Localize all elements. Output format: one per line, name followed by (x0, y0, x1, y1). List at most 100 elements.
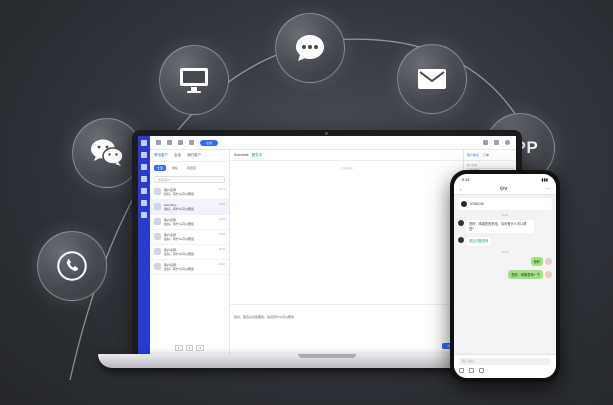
attach-icon[interactable] (479, 368, 484, 373)
chat-tip: 会话已开始 (340, 167, 353, 170)
page-3[interactable]: 3 (196, 345, 204, 351)
more-icon[interactable]: ⋯ (545, 186, 550, 192)
row-time: 09:40 (218, 248, 225, 251)
rail-report-icon[interactable] (141, 200, 147, 206)
agent-status-pill[interactable]: 在线 (200, 139, 219, 146)
phone-status-bar: 9:41 ▮▮▮ (454, 174, 556, 184)
list-item[interactable]: Sunshine 您好，有什么可以帮您 10:18 (150, 200, 229, 215)
list-item[interactable]: 客户名称 您好，有什么可以帮您 10:21 (150, 185, 229, 200)
tab-waiting[interactable]: 等待客户 (154, 153, 168, 158)
rail-chat-icon[interactable] (141, 152, 147, 158)
tab-customer-info[interactable]: 客户信息 (467, 153, 479, 157)
avatar (154, 248, 161, 255)
avatar (154, 203, 161, 210)
clock-icon[interactable] (483, 140, 488, 145)
row-time: 10:05 (218, 218, 225, 221)
tab-my-customers[interactable]: 我的客户 (187, 153, 201, 158)
laptop-camera (325, 132, 328, 135)
transfer-icon[interactable] (189, 140, 194, 145)
tab-orders[interactable]: 订单 (483, 153, 489, 157)
quick-reply-link[interactable]: 常见问题咨询 (466, 237, 492, 246)
user-message-text: 你好 (530, 256, 543, 266)
monitor-icon (180, 68, 208, 93)
agent-message-text: 您好，感谢您的来电，请问有什么可以帮您？ (466, 220, 534, 234)
row-preview: 您好，有什么可以帮您 (164, 237, 195, 241)
agent-message: 您好，感谢您的来电，请问有什么可以帮您？ (458, 220, 552, 234)
bell-icon[interactable] (494, 140, 499, 145)
mute-icon[interactable] (178, 140, 183, 145)
side-rail (138, 136, 150, 354)
row-preview: 您好，有什么可以帮您 (164, 192, 195, 196)
user-message: 您好，我想咨询一下 (458, 269, 552, 279)
subtab-all[interactable]: 全部 (154, 165, 167, 171)
row-time: 09:32 (218, 263, 225, 266)
phone-nav-bar: ‹ 小V ⋯ (454, 184, 556, 195)
row-preview: 您好，有什么可以帮您 (164, 222, 195, 226)
chat-bubble-icon (296, 35, 324, 61)
phone: 9:41 ▮▮▮ ‹ 小V ⋯ VSHD45 10:21 您好，感谢您的来电，请… (450, 170, 560, 382)
avatar (545, 257, 552, 265)
list-item[interactable]: 客户名称 您好，有什么可以帮您 10:05 (150, 215, 229, 230)
avatar (154, 263, 161, 270)
avatar (154, 233, 161, 240)
console-topbar: 在线 (150, 136, 516, 150)
rail-ticket-icon[interactable] (141, 176, 147, 182)
chat-body: 会话已开始 (230, 161, 463, 304)
user-message: 你好 (458, 256, 552, 266)
rail-user-icon[interactable] (141, 164, 147, 170)
phone-icon (57, 251, 87, 281)
quick-reply-message: 常见问题咨询 (458, 237, 552, 246)
phone-messages: 您好，感谢您的来电，请问有什么可以帮您？ 常见问题咨询 10:22 你好 您好，… (454, 220, 556, 279)
row-time: 10:21 (218, 188, 225, 191)
chat-contact-name: Sunshine (234, 153, 249, 157)
list-item[interactable]: 客户名称 您好，有什么可以帮您 09:32 (150, 260, 229, 275)
rail-logo-icon[interactable] (141, 140, 147, 146)
envelope-icon (418, 69, 446, 89)
row-preview: 您好，有什么可以帮您 (164, 207, 195, 211)
list-item[interactable]: 客户名称 您好，有什么可以帮您 09:40 (150, 245, 229, 260)
chat-header: Sunshine 服务中 (230, 150, 463, 161)
back-icon[interactable] (156, 140, 161, 145)
rail-settings-icon[interactable] (141, 212, 147, 218)
phone-message-input[interactable]: 输入消息... (459, 358, 551, 365)
tab-session[interactable]: 会话 (174, 153, 181, 158)
list-item[interactable]: 客户名称 您好，有什么可以帮您 09:58 (150, 230, 229, 245)
user-message-text: 您好，我想咨询一下 (508, 269, 543, 279)
convlist-tabs: 等待客户 会话 我的客户 (150, 150, 229, 162)
page-1[interactable]: 1 (174, 345, 183, 351)
avatar (154, 188, 161, 195)
rail-phone-icon[interactable] (141, 188, 147, 194)
agent-avatar (461, 201, 467, 207)
phone-channel-bubble (37, 231, 107, 301)
compose-draft[interactable]: 您好，很高兴为您服务，请问有什么可以帮您 (234, 315, 459, 319)
phone-input-tools (459, 368, 551, 373)
laptop-notch (298, 354, 356, 358)
avatar (458, 237, 464, 244)
customer-search-input[interactable]: 搜索客户 (154, 176, 225, 183)
convlist-subtabs: 全部 排队 待回复 (150, 162, 229, 174)
row-time: 10:18 (218, 203, 225, 206)
avatar (458, 220, 464, 226)
image-icon[interactable] (469, 368, 474, 373)
subtab-pending[interactable]: 待回复 (184, 165, 199, 171)
row-preview: 您好，有什么可以帮您 (164, 252, 195, 256)
refresh-icon[interactable] (167, 140, 172, 145)
back-chevron-icon[interactable]: ‹ (460, 187, 462, 192)
wechat-icon (91, 139, 124, 166)
web-channel-bubble (159, 45, 229, 115)
phone-agent-card: VSHD45 (458, 198, 552, 210)
subtab-queue[interactable]: 排队 (169, 165, 181, 171)
timestamp: 10:21 (501, 213, 509, 217)
email-channel-bubble (397, 44, 467, 114)
avatar[interactable] (505, 140, 510, 145)
timestamp: 10:22 (501, 249, 509, 254)
row-preview: 您好，有什么可以帮您 (164, 267, 195, 271)
agent-id: VSHD45 (470, 202, 484, 206)
compose-area[interactable]: 您好，很高兴为您服务，请问有什么可以帮您 发送 (230, 304, 463, 354)
emoji-icon[interactable] (459, 368, 464, 373)
chat-status: 服务中 (251, 152, 263, 157)
phone-input-bar: 输入消息... (454, 354, 556, 378)
page-2[interactable]: 2 (185, 345, 194, 351)
phone-screen: 9:41 ▮▮▮ ‹ 小V ⋯ VSHD45 10:21 您好，感谢您的来电，请… (454, 174, 556, 378)
row-time: 09:58 (218, 233, 225, 236)
